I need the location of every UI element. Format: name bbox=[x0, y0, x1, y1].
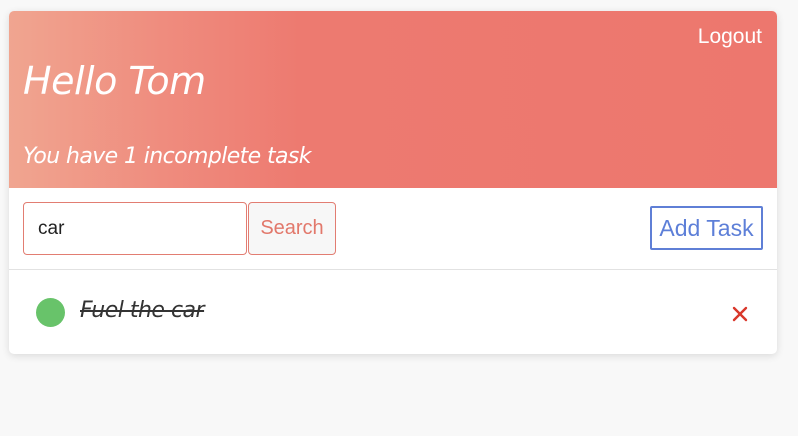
todo-card: Logout Hello Tom You have 1 incomplete t… bbox=[9, 11, 777, 354]
greeting-title: Hello Tom bbox=[23, 59, 206, 103]
task-text: Fuel the car bbox=[80, 298, 205, 323]
search-button[interactable]: Search bbox=[248, 202, 336, 255]
incomplete-count-text: You have 1 incomplete task bbox=[23, 144, 312, 169]
add-task-button[interactable]: Add Task bbox=[650, 206, 763, 250]
toolbar: Search Add Task bbox=[9, 188, 777, 270]
complete-status-icon[interactable] bbox=[36, 298, 65, 327]
task-row: Fuel the car bbox=[9, 270, 777, 354]
logout-link[interactable]: Logout bbox=[698, 25, 762, 49]
close-icon[interactable] bbox=[729, 303, 751, 325]
header-banner: Logout Hello Tom You have 1 incomplete t… bbox=[9, 11, 777, 188]
search-input[interactable] bbox=[23, 202, 247, 255]
